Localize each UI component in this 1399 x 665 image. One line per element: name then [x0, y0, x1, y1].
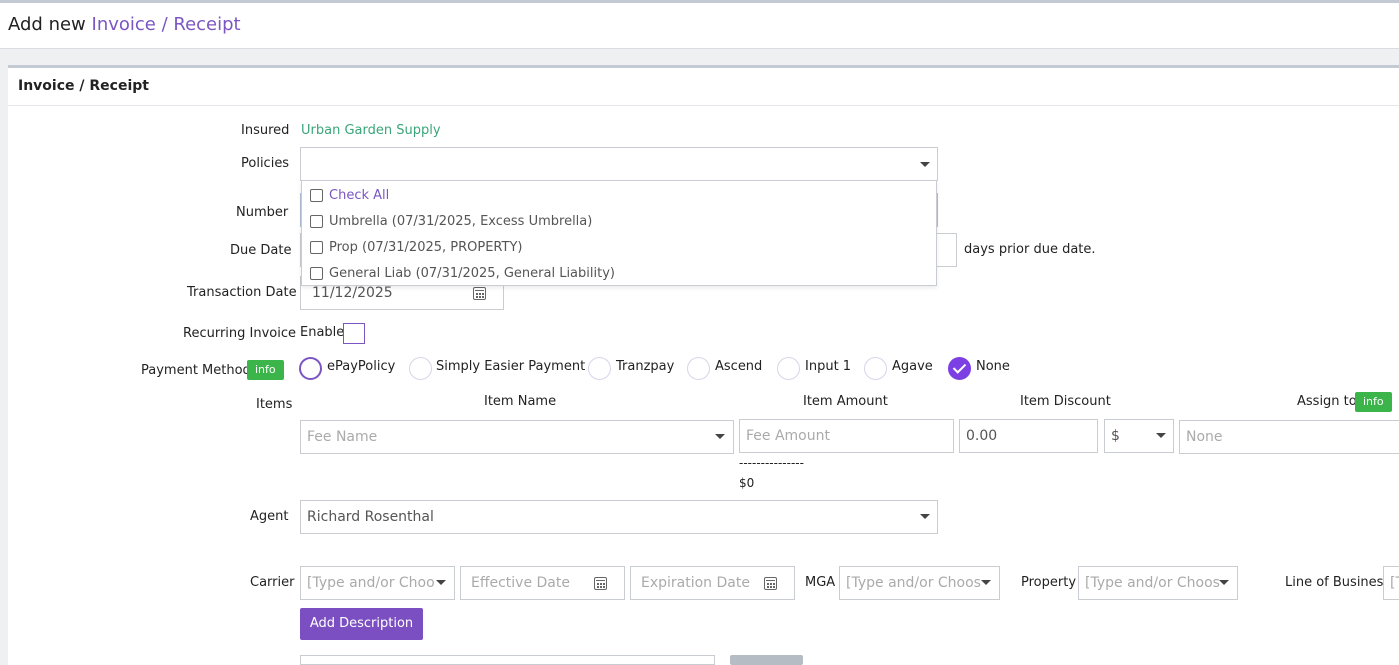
property-label: Property	[1021, 575, 1077, 590]
radio-label: Input 1	[805, 359, 852, 374]
insured-link[interactable]: Urban Garden Supply	[301, 123, 441, 138]
payment-method-label: Payment Method	[141, 363, 251, 378]
mga-label: MGA	[805, 575, 836, 590]
discount-type-caret-icon[interactable]	[1156, 433, 1166, 438]
radio-label: Tranzpay	[616, 359, 675, 374]
agent-caret-icon[interactable]	[920, 514, 930, 519]
page-title: Add new Invoice / Receipt	[8, 14, 241, 35]
radio-agave[interactable]	[864, 357, 887, 380]
check-all-label: Check All	[329, 187, 390, 203]
policy-option[interactable]: Umbrella (07/31/2025, Excess Umbrella)	[310, 210, 592, 232]
agent-select[interactable]: Richard Rosenthal	[300, 500, 938, 534]
carrier-caret-icon[interactable]	[436, 580, 446, 585]
enable-label: Enable	[300, 325, 345, 340]
radio-none-checked[interactable]	[948, 357, 971, 380]
policy-option-label: General Liab (07/31/2025, General Liabil…	[329, 265, 615, 281]
page-header: Add new Invoice / Receipt	[0, 3, 1399, 49]
policy-option[interactable]: General Liab (07/31/2025, General Liabil…	[310, 262, 615, 284]
assign-to-header: Assign to	[1297, 394, 1357, 409]
line-of-business-select[interactable]: [T	[1383, 566, 1399, 600]
recurring-invoice-label: Recurring Invoice	[183, 326, 297, 341]
due-date-suffix: days prior due date.	[964, 242, 1096, 257]
assign-to-select[interactable]: None	[1179, 420, 1399, 454]
policy-option-label: Umbrella (07/31/2025, Excess Umbrella)	[329, 213, 593, 229]
secondary-button[interactable]	[730, 655, 803, 665]
number-label: Number	[236, 205, 289, 220]
policy-option[interactable]: Prop (07/31/2025, PROPERTY)	[310, 236, 522, 258]
calendar-icon[interactable]	[473, 287, 486, 300]
description-input[interactable]	[300, 655, 715, 665]
radio-label: Agave	[892, 359, 933, 374]
radio-input-1[interactable]	[777, 357, 800, 380]
policy-option-label: Prop (07/31/2025, PROPERTY)	[329, 239, 523, 255]
items-label: Items	[256, 397, 293, 412]
due-date-label: Due Date	[230, 243, 292, 258]
property-caret-icon[interactable]	[1219, 580, 1229, 585]
checkbox-icon[interactable]	[310, 266, 323, 280]
page-title-accent: Invoice / Receipt	[91, 14, 241, 35]
agent-label: Agent	[250, 509, 289, 524]
item-discount-input[interactable]: 0.00	[959, 419, 1098, 453]
fee-name-select[interactable]: Fee Name	[300, 420, 734, 454]
calendar-icon[interactable]	[594, 577, 607, 590]
panel-divider	[8, 105, 1399, 106]
assign-info-badge[interactable]: info	[1355, 392, 1392, 412]
policies-caret-icon[interactable]	[920, 162, 930, 167]
policies-select[interactable]	[300, 147, 938, 181]
carrier-label: Carrier	[250, 575, 295, 590]
mga-select[interactable]: [Type and/or Choos	[839, 566, 1000, 600]
line-of-business-label: Line of Business	[1285, 575, 1391, 590]
radio-ascend[interactable]	[687, 357, 710, 380]
property-select[interactable]: [Type and/or Choos	[1078, 566, 1238, 600]
enable-checkbox[interactable]	[343, 323, 365, 344]
panel-title: Invoice / Receipt	[18, 78, 149, 94]
item-discount-header: Item Discount	[1020, 394, 1111, 409]
radio-simply-easier-payment[interactable]	[409, 357, 432, 380]
fee-amount-input[interactable]: Fee Amount	[739, 419, 954, 453]
check-all-option[interactable]: Check All	[310, 184, 389, 206]
items-total: $0	[739, 476, 755, 490]
radio-label: Ascend	[715, 359, 763, 374]
radio-label: None	[976, 359, 1010, 374]
transaction-date-label: Transaction Date	[187, 285, 297, 300]
policies-label: Policies	[241, 156, 290, 171]
checkbox-icon[interactable]	[310, 188, 323, 202]
radio-epaypolicy[interactable]	[299, 357, 322, 380]
carrier-select[interactable]: [Type and/or Choo	[300, 566, 455, 600]
policies-dropdown: Check All Umbrella (07/31/2025, Excess U…	[301, 180, 937, 286]
payment-info-badge[interactable]: info	[247, 360, 284, 380]
mga-caret-icon[interactable]	[981, 580, 991, 585]
calendar-icon[interactable]	[764, 577, 777, 590]
items-total-divider: ---------------	[739, 456, 804, 470]
item-amount-header: Item Amount	[803, 394, 888, 409]
fee-name-caret-icon[interactable]	[715, 434, 725, 439]
insured-label: Insured	[241, 123, 290, 138]
checkbox-icon[interactable]	[310, 214, 323, 228]
checkbox-icon[interactable]	[310, 240, 323, 254]
radio-tranzpay[interactable]	[588, 357, 611, 380]
item-name-header: Item Name	[484, 394, 557, 409]
add-description-button[interactable]: Add Description	[300, 608, 423, 640]
page-title-prefix: Add new	[8, 14, 86, 35]
radio-label: Simply Easier Payment	[436, 359, 586, 374]
radio-label: ePayPolicy	[327, 359, 396, 374]
